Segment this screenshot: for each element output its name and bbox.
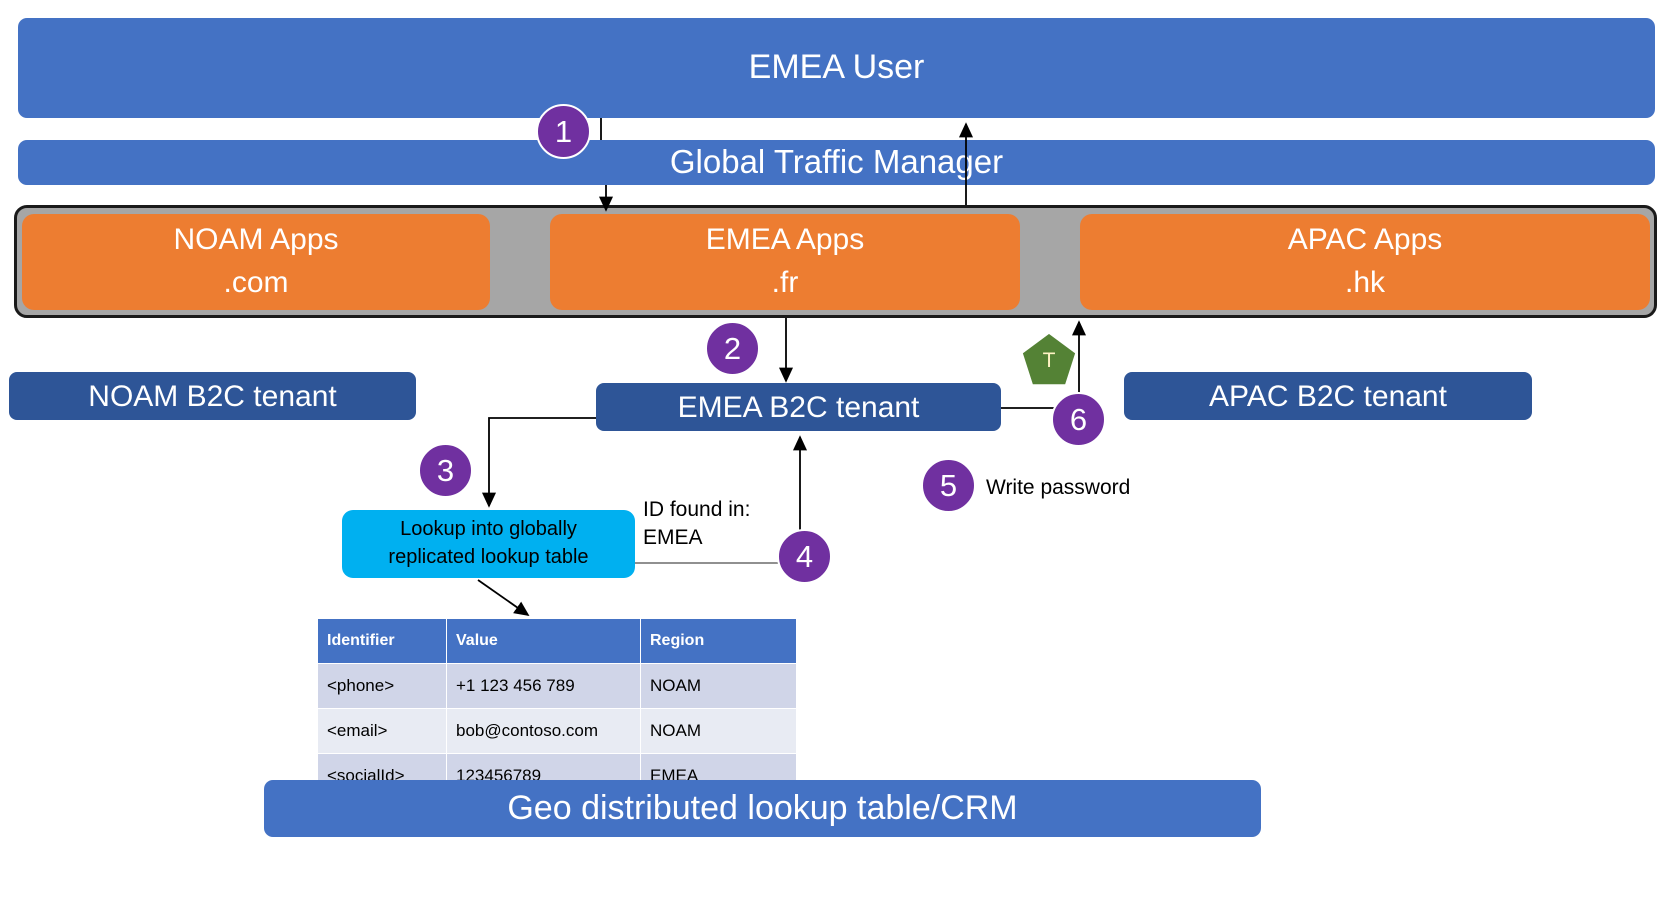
- geo-lookup-crm-bar[interactable]: Geo distributed lookup table/CRM: [264, 780, 1261, 837]
- step-badge-2[interactable]: 2: [705, 321, 760, 376]
- app-apac-domain: .hk: [1344, 266, 1386, 299]
- tenant-box-noam[interactable]: NOAM B2C tenant: [9, 372, 416, 420]
- table-col-identifier: Identifier: [317, 618, 447, 664]
- diagram-canvas: EMEA User Global Traffic Manager NOAM Ap…: [0, 0, 1672, 908]
- table-header-row: Identifier Value Region: [317, 618, 797, 664]
- app-emea-name: EMEA Apps: [705, 223, 865, 257]
- table-row[interactable]: <email> bob@contoso.com NOAM: [317, 708, 797, 754]
- lookup-text-wrap: Lookup into globally replicated lookup t…: [388, 516, 588, 571]
- step-badge-3[interactable]: 3: [418, 443, 473, 498]
- table-col-region: Region: [640, 618, 797, 664]
- lookup-table-node[interactable]: Lookup into globally replicated lookup t…: [342, 510, 635, 578]
- step-2-number: 2: [723, 331, 742, 366]
- lookup-result-table: Identifier Value Region <phone> +1 123 4…: [317, 618, 797, 799]
- emea-user-label: EMEA User: [748, 48, 925, 87]
- tenant-box-emea[interactable]: EMEA B2C tenant: [596, 383, 1001, 431]
- cell-region: NOAM: [640, 663, 797, 709]
- cell-identifier: <email>: [317, 708, 447, 754]
- step-6-number: 6: [1069, 402, 1088, 437]
- app-noam-name: NOAM Apps: [173, 223, 339, 257]
- app-box-emea[interactable]: EMEA Apps .fr: [550, 214, 1020, 310]
- app-emea-domain: .fr: [771, 266, 799, 299]
- global-traffic-manager-bar[interactable]: Global Traffic Manager: [18, 140, 1655, 185]
- token-pentagon-badge: T: [1021, 332, 1077, 386]
- step-badge-5[interactable]: 5: [921, 458, 976, 513]
- app-box-apac[interactable]: APAC Apps .hk: [1080, 214, 1650, 310]
- tenant-emea-label: EMEA B2C tenant: [677, 390, 920, 424]
- app-box-noam[interactable]: NOAM Apps .com: [22, 214, 490, 310]
- write-password-label: Write password: [986, 476, 1131, 499]
- table-row[interactable]: <phone> +1 123 456 789 NOAM: [317, 663, 797, 709]
- table-col-value: Value: [446, 618, 641, 664]
- cell-identifier: <phone>: [317, 663, 447, 709]
- id-found-label: ID found in: EMEA: [643, 498, 751, 550]
- step-badge-6[interactable]: 6: [1051, 392, 1106, 447]
- tenant-noam-label: NOAM B2C tenant: [88, 379, 337, 413]
- cell-value: bob@contoso.com: [446, 708, 641, 754]
- tenant-apac-label: APAC B2C tenant: [1209, 379, 1447, 413]
- tenant-box-apac[interactable]: APAC B2C tenant: [1124, 372, 1532, 420]
- cell-value: +1 123 456 789: [446, 663, 641, 709]
- app-apac-name: APAC Apps: [1287, 223, 1443, 257]
- step-badge-1[interactable]: 1: [536, 104, 591, 159]
- step-5-number: 5: [939, 468, 958, 503]
- emea-user-bar[interactable]: EMEA User: [18, 18, 1655, 118]
- pentagon-letter: T: [1043, 349, 1056, 372]
- global-traffic-manager-label: Global Traffic Manager: [669, 143, 1004, 181]
- step-3-number: 3: [436, 453, 455, 488]
- lookup-line-1: Lookup into globally: [400, 518, 577, 541]
- cell-region: NOAM: [640, 708, 797, 754]
- connector-layer: [477, 118, 1087, 617]
- lookup-line-2: replicated lookup table: [388, 546, 589, 568]
- app-noam-domain: .com: [223, 266, 289, 299]
- step-1-number: 1: [554, 114, 573, 149]
- geo-lookup-crm-label: Geo distributed lookup table/CRM: [507, 788, 1018, 827]
